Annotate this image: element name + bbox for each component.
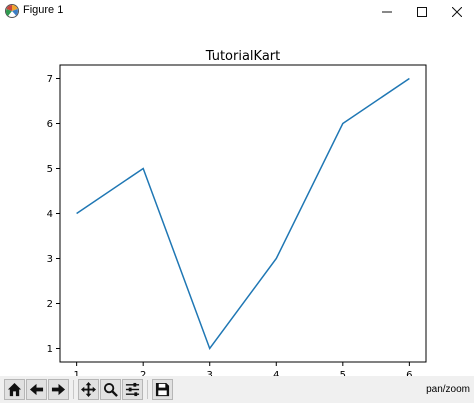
forward-button[interactable] [48, 379, 69, 400]
close-icon [452, 7, 462, 17]
y-tick-label: 4 [47, 209, 53, 220]
y-tick-label: 7 [47, 74, 53, 85]
save-icon [155, 382, 170, 397]
toolbar-separator [147, 380, 148, 399]
y-tick-label: 3 [47, 254, 53, 265]
chart-title: TutorialKart [205, 49, 281, 64]
plot-area [59, 64, 427, 363]
close-button[interactable] [439, 0, 474, 24]
back-icon [29, 383, 44, 396]
subplots-button[interactable] [122, 379, 143, 400]
window-title: Figure 1 [23, 4, 64, 16]
toolbar-separator [73, 380, 74, 399]
y-tick-label: 2 [47, 299, 53, 310]
subplots-icon [125, 382, 140, 397]
save-button[interactable] [152, 379, 173, 400]
figure-canvas[interactable]: TutorialKart 1234561234567 [0, 24, 474, 376]
matplotlib-icon [5, 4, 19, 18]
minimize-icon [382, 11, 392, 13]
y-tick-label: 6 [47, 119, 53, 130]
window-titlebar: Figure 1 [0, 0, 474, 24]
back-button[interactable] [26, 379, 47, 400]
navigation-toolbar: pan/zoom [0, 376, 474, 403]
pan-button[interactable] [78, 379, 99, 400]
pan-icon [81, 382, 96, 397]
maximize-icon [417, 7, 427, 17]
forward-icon [51, 383, 66, 396]
zoom-button[interactable] [100, 379, 121, 400]
minimize-button[interactable] [369, 0, 405, 24]
home-button[interactable] [4, 379, 25, 400]
toolbar-status-text: pan/zoom [426, 384, 470, 395]
y-tick-label: 5 [47, 164, 53, 175]
home-icon [7, 382, 22, 397]
y-tick-label: 1 [47, 344, 53, 355]
maximize-button[interactable] [404, 0, 440, 24]
zoom-icon [103, 382, 118, 397]
line-chart: TutorialKart 1 2 3 4 5 61234567 [47, 49, 427, 376]
